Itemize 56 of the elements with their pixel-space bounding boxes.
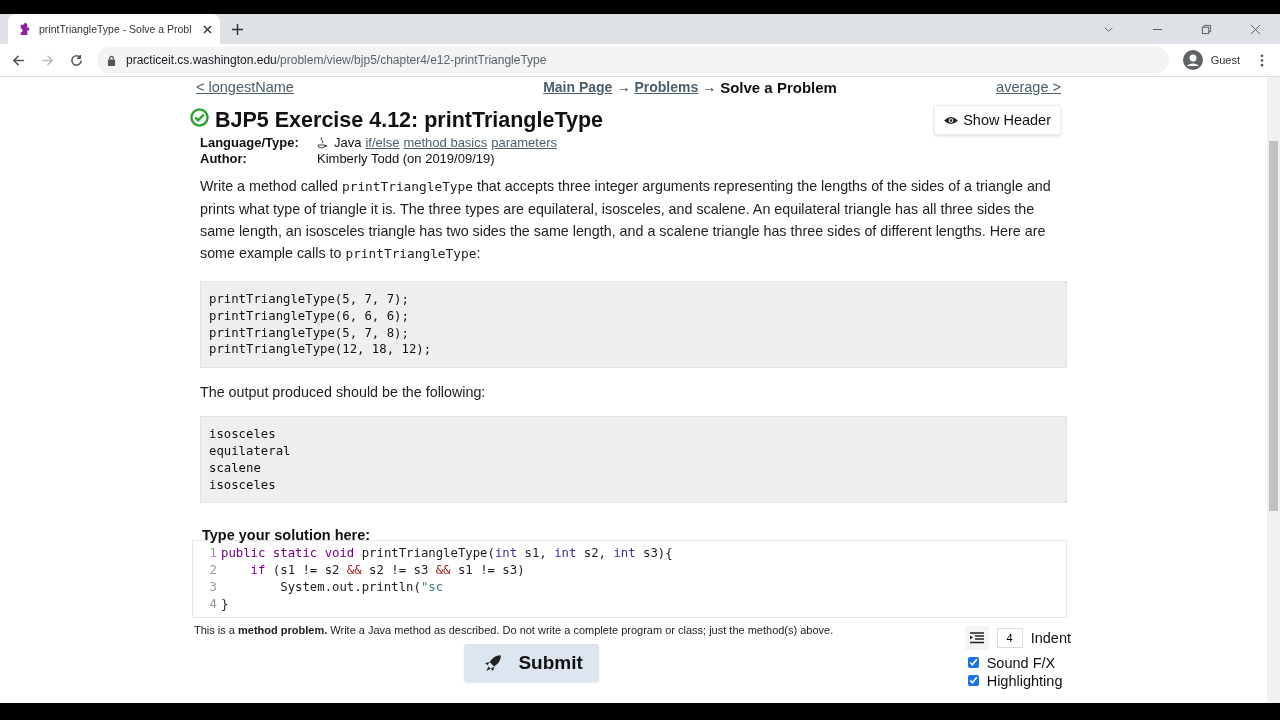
show-header-button[interactable]: Show Header — [934, 105, 1061, 135]
lock-icon — [107, 54, 116, 66]
example-code-block: printTriangleType(5, 7, 7); printTriangleType(6, 6, 6); printTriangleType(5, 7, 8); printTriangleType(12, 18, 12); — [200, 281, 1067, 369]
submit-button[interactable]: Submit — [464, 643, 599, 682]
meta-label: Language/Type: — [200, 135, 317, 151]
chevron-down-icon[interactable] — [1103, 24, 1114, 35]
breadcrumb-link[interactable]: Problems — [634, 79, 699, 95]
back-icon[interactable] — [12, 53, 25, 67]
output-intro: The output produced should be the following: — [200, 384, 487, 401]
restore-icon[interactable] — [1201, 24, 1212, 35]
indent-field[interactable]: 4 — [996, 627, 1023, 648]
code-line: System.out.println("sc — [279, 578, 444, 596]
line-number: 4 — [208, 595, 218, 613]
breadcrumb-arrow: → — [702, 79, 717, 95]
next-problem-link[interactable]: average > — [996, 79, 1061, 95]
category-link[interactable]: if/else — [365, 135, 400, 151]
line-number: 1 — [208, 545, 218, 563]
browser-tab[interactable]: printTriangleType - Solve a Probl — [8, 14, 220, 44]
indent-label: Indent — [1030, 629, 1071, 646]
meta-value: Java — [334, 135, 362, 151]
scrollbar-thumb[interactable] — [1269, 141, 1278, 511]
breadcrumb-arrow: → — [616, 79, 631, 95]
checkbox[interactable] — [967, 675, 979, 687]
url-text: practiceit.cs.washington.edu/problem/view/bjp5/chapter4/e12-printTriangleType — [126, 53, 547, 67]
close-icon[interactable] — [203, 24, 212, 34]
menu-icon[interactable] — [1260, 53, 1264, 67]
line-number: 3 — [208, 578, 218, 596]
reload-icon[interactable] — [70, 53, 83, 67]
breadcrumb-current: Solve a Problem — [720, 78, 837, 96]
code-line: } — [221, 595, 229, 613]
line-number: 2 — [208, 562, 218, 579]
problem-description: Write a method called printTriangleType that accepts three integer arguments representing the lengths of the sides of a triangle and prints what type of triangle it is. The three types are equilateral, isosceles, and scalene. An equilateral triangle has all three sides the same length, an isosceles triangle has two sides the same length, and a scalene triangle has three sides of different lengths. Here are some example calls to printTriangleType: — [200, 177, 1052, 263]
code-line: if (s1 != s2 && s2 != s3 && s1 != s3) — [249, 562, 525, 579]
method-problem-note: This is a method problem. Write a Java method as described. Do not write a complete program or class; just the method(s) above. — [194, 623, 834, 636]
eye-icon — [944, 115, 959, 125]
category-link[interactable]: parameters — [491, 135, 557, 151]
expected-output-block: isosceles equilateral scalene isosceles — [200, 416, 1067, 504]
java-cup-icon — [317, 137, 327, 149]
meta-value: Kimberly Todd (on 2019/09/19) — [317, 151, 495, 167]
code-line: public static void printTriangleType(int s1, int s2, int s3){ — [221, 545, 673, 563]
new-tab-icon[interactable] — [232, 24, 243, 35]
breadcrumb-link[interactable]: Main Page — [543, 79, 613, 95]
avatar-icon — [1182, 50, 1203, 70]
problem-title: BJP5 Exercise 4.12: printTriangleType — [215, 107, 603, 133]
profile-button[interactable]: Guest — [1182, 50, 1240, 70]
puzzle-icon — [18, 22, 31, 36]
category-link[interactable]: method basics — [403, 135, 488, 151]
indent-icon[interactable] — [964, 625, 989, 650]
previous-problem-link[interactable]: < longestName — [196, 79, 294, 95]
option-label: Sound F/X — [986, 654, 1056, 671]
rocket-icon — [484, 653, 503, 672]
meta-label: Author: — [200, 151, 248, 167]
option-label: Highlighting — [986, 672, 1063, 689]
address-bar[interactable]: practiceit.cs.washington.edu/problem/view/bjp5/chapter4/e12-printTriangleType — [97, 47, 1169, 73]
tab-title: printTriangleType - Solve a Probl — [39, 23, 193, 35]
checkbox[interactable] — [967, 657, 979, 669]
